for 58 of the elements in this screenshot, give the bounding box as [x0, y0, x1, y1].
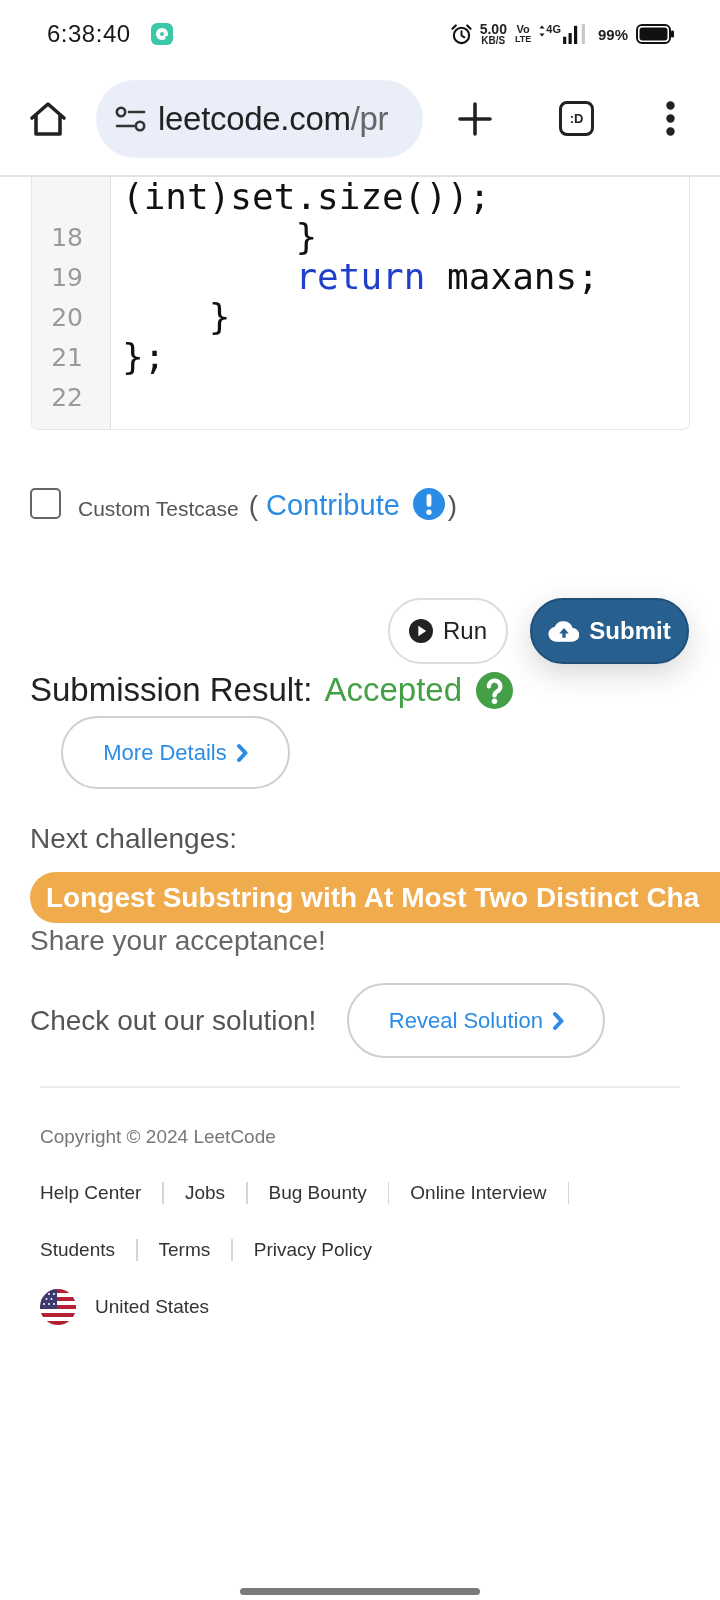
- submission-status: Accepted: [324, 671, 463, 709]
- address-bar[interactable]: leetcode.com/pr: [96, 79, 423, 158]
- footer-link[interactable]: Students: [40, 1239, 115, 1261]
- flag-icon[interactable]: [40, 1289, 76, 1325]
- solution-text: Check out our solution!: [30, 1004, 317, 1037]
- volte-label: LTE: [514, 35, 532, 44]
- close-paren: ): [447, 490, 458, 522]
- line-number: 22: [51, 384, 83, 410]
- network-speed-unit: KB/S: [481, 36, 506, 46]
- alarm-clock-icon: [450, 23, 472, 45]
- cloud-upload-icon: [548, 620, 580, 642]
- code-line: };: [122, 337, 166, 377]
- reveal-solution-button[interactable]: Reveal Solution: [347, 983, 606, 1058]
- line-number: 20: [51, 304, 83, 330]
- footer-link[interactable]: Jobs: [184, 1182, 226, 1204]
- footer-link[interactable]: Help Center: [40, 1182, 142, 1204]
- open-paren: (: [248, 490, 258, 522]
- code-line: (int)set.size());: [122, 177, 491, 217]
- status-time: 6:38:40: [47, 20, 131, 48]
- code-line: return maxans;: [295, 257, 599, 297]
- region-link[interactable]: United States: [95, 1296, 210, 1318]
- run-button[interactable]: Run: [388, 598, 508, 664]
- help-icon[interactable]: [476, 671, 514, 709]
- checkbox[interactable]: [30, 488, 61, 519]
- sliders-icon[interactable]: [115, 105, 146, 132]
- contribute-link[interactable]: Contribute: [266, 489, 400, 522]
- line-number: 21: [51, 344, 83, 370]
- signal-icon: [561, 24, 586, 44]
- plus-icon[interactable]: [458, 101, 492, 136]
- submission-result-label: Submission Result:: [30, 671, 313, 709]
- footer-link[interactable]: Terms: [158, 1239, 211, 1261]
- exclamation-icon[interactable]: [412, 487, 445, 520]
- next-challenges-heading: Next challenges:: [30, 822, 237, 856]
- line-number: 19: [51, 264, 83, 290]
- home-icon[interactable]: [29, 100, 67, 137]
- custom-testcase-label[interactable]: Custom Testcase: [78, 496, 239, 521]
- copyright-text: Copyright © 2024 LeetCode: [40, 1125, 276, 1149]
- chevron-right-icon: [551, 1010, 564, 1031]
- code-line: }: [295, 217, 318, 257]
- volte-label: Vo: [516, 24, 530, 35]
- more-details-button[interactable]: More Details: [61, 716, 290, 789]
- battery-icon: [636, 24, 674, 44]
- tab-switcher-button[interactable]: :D: [559, 101, 594, 136]
- network-type: 4G: [546, 24, 561, 35]
- menu-icon[interactable]: [666, 101, 675, 136]
- play-icon: [409, 619, 433, 643]
- data-arrows-icon: [539, 25, 546, 37]
- code-line: }: [208, 297, 231, 337]
- footer-link[interactable]: Bug Bounty: [268, 1182, 367, 1204]
- network-speed-value: 5.00: [479, 22, 507, 36]
- footer-link[interactable]: Privacy Policy: [253, 1239, 372, 1261]
- chevron-right-icon: [235, 742, 248, 763]
- battery-percent: 99%: [597, 25, 628, 43]
- app-notification-icon: [150, 23, 173, 45]
- footer-link[interactable]: Online Interview: [410, 1182, 547, 1204]
- submit-button[interactable]: Submit: [530, 598, 689, 664]
- line-number: 18: [51, 224, 83, 250]
- share-text: Share your acceptance!: [30, 924, 326, 958]
